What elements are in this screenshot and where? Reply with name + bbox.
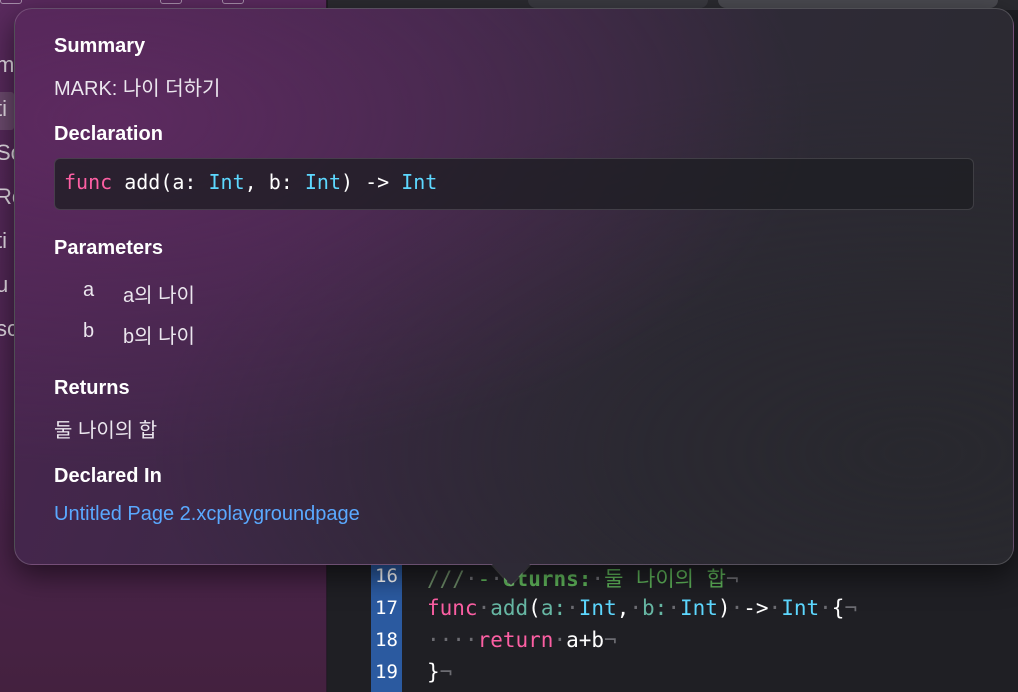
keyword-func: func [427,596,478,620]
sidebar-item[interactable]: u [0,272,8,298]
code-line-16[interactable]: ///·-·eturns:·둘 나이의 합¬ [427,563,739,593]
code-line-18[interactable]: ····return·a+b¬ [427,628,617,652]
param-b: b: [642,596,668,620]
line-number: 18 [375,629,398,651]
line-number: 17 [375,597,398,619]
line-number: 16 [375,565,398,587]
parameter-name: b [83,320,95,342]
toolbar-icon[interactable] [222,0,244,4]
parameter-description: b의 나이 [123,326,195,348]
decl-return-arrow: ) -> [340,170,402,194]
open-brace: { [831,596,845,620]
close-brace: } [427,660,440,684]
indent-marker: ···· [427,628,478,652]
parameter-name: a [83,279,95,301]
decl-type-int: Int [304,170,341,194]
code-line-17[interactable]: func·add(a:·Int,·b:·Int)·->·Int·{¬ [427,596,857,620]
function-name: add [490,596,529,620]
doc-comment-text: 둘 나이의 합 [604,567,726,591]
declaration-code: func add(a: Int, b: Int) -> Int [64,170,437,194]
return-type: Int [781,596,820,620]
popover-arrow [491,563,531,585]
summary-text: MARK: 나이 더하기 [54,78,221,100]
declared-in-link[interactable]: Untitled Page 2.xcplaygroundpage [54,503,360,526]
parameters-heading: Parameters [54,237,163,259]
returns-text: 둘 나이의 합 [54,420,158,442]
param-a: a: [540,596,567,620]
tab-untitled-page-2[interactable] [718,0,998,8]
returns-heading: Returns [54,377,130,399]
toolbar-icon[interactable] [0,0,22,4]
sidebar-item[interactable]: m [0,52,14,78]
summary-heading: Summary [54,35,146,57]
tab-comments[interactable] [528,0,708,8]
parameter-description: a의 나이 [123,285,195,307]
line-end-marker: ¬ [604,628,617,652]
return-arrow: -> [743,596,769,620]
toolbar-icon[interactable] [160,0,182,4]
decl-function-name: add(a: [124,170,209,194]
doc-comment-dash: - [477,567,491,591]
type-int: Int [578,596,617,620]
declared-in-heading: Declared In [54,465,162,487]
decl-keyword-func: func [64,170,113,194]
sidebar-toolbar [0,0,327,8]
return-expression: a+b [566,628,605,652]
line-end-marker: ¬ [725,567,739,591]
decl-type-int: Int [208,170,245,194]
type-int: Int [679,596,718,620]
keyword-return: return [477,628,554,652]
line-end-marker: ¬ [439,660,453,684]
decl-param-separator: , b: [244,170,305,194]
decl-return-type: Int [401,170,438,194]
doc-comment-prefix: /// [427,567,465,591]
sidebar-item[interactable]: ti [0,96,7,122]
line-number: 19 [375,661,398,683]
code-line-19[interactable]: }¬ [427,660,452,684]
declaration-heading: Declaration [54,123,163,145]
sidebar-item[interactable]: ti [0,228,7,254]
line-end-marker: ¬ [844,596,858,620]
